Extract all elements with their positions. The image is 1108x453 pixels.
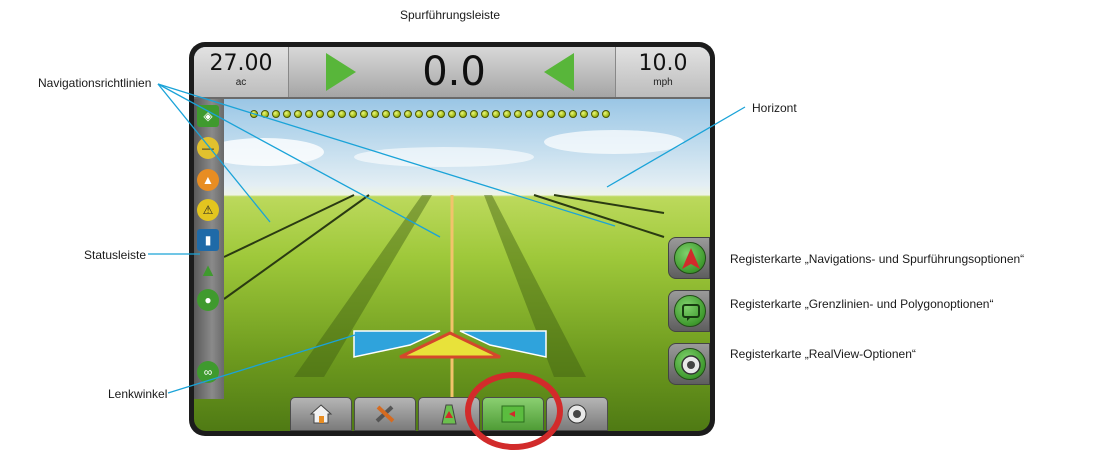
led-dot [250, 110, 258, 118]
bout-status-icon[interactable]: ▲ [197, 169, 219, 191]
home-icon [309, 404, 333, 424]
speed-value: 10.0 [638, 51, 688, 76]
realview-icon [567, 404, 587, 424]
led-dot [547, 110, 555, 118]
led-dot [294, 110, 302, 118]
led-dot [492, 110, 500, 118]
led-dot [415, 110, 423, 118]
guidance-bar-callout: Spurführungsleiste [400, 8, 501, 22]
guidance-options-tab[interactable] [668, 237, 710, 279]
led-dot [283, 110, 291, 118]
link-status-icon[interactable]: ∞ [197, 361, 219, 383]
field-perspective [204, 130, 684, 431]
led-dot [371, 110, 379, 118]
area-readout[interactable]: 27.00 ac [194, 47, 289, 97]
guidance-screen: 27.00 ac 0.0 10.0 mph ◈ — ▲ ⚠ ▮ ▲ ● ∞ [194, 47, 710, 431]
steering-angle-callout: Lenkwinkel [108, 387, 168, 401]
field-map-tab[interactable] [482, 397, 544, 431]
warning-status-icon[interactable]: ⚠ [197, 199, 219, 221]
liquid-status-icon[interactable]: ● [197, 289, 219, 311]
led-dot [327, 110, 335, 118]
led-dot [360, 110, 368, 118]
led-dot [503, 110, 511, 118]
area-unit: ac [235, 77, 247, 88]
led-dot [448, 110, 456, 118]
led-dot [459, 110, 467, 118]
section-status-icon[interactable]: ▮ [197, 229, 219, 251]
led-dot [481, 110, 489, 118]
bottom-tab-bar [290, 397, 608, 431]
polygon-icon [674, 295, 706, 327]
tools-tab[interactable] [354, 397, 416, 431]
led-dot [316, 110, 324, 118]
steering-angle-indicator [353, 330, 547, 359]
led-dot [536, 110, 544, 118]
steer-left-arrow-icon [544, 53, 574, 91]
led-dot [580, 110, 588, 118]
guidance-bar: 27.00 ac 0.0 10.0 mph [194, 47, 710, 99]
led-dot [382, 110, 390, 118]
field-map-icon [501, 405, 525, 423]
boundary-options-tab-callout: Registerkarte „Grenzlinien- und Polygono… [730, 297, 994, 311]
steer-right-arrow-icon [326, 53, 356, 91]
status-bar-callout: Statusleiste [84, 248, 147, 262]
vehicle-status-icon[interactable]: ▲ [197, 259, 219, 281]
led-dot [470, 110, 478, 118]
boundary-options-tab[interactable] [668, 290, 710, 332]
led-dot [591, 110, 599, 118]
led-dot [272, 110, 280, 118]
led-lightbar [250, 110, 610, 120]
realview-options-tab[interactable] [668, 343, 710, 385]
realview-options-tab-callout: Registerkarte „RealView-Optionen“ [730, 347, 916, 361]
guidance-arrow-icon [674, 242, 706, 274]
speed-readout[interactable]: 10.0 mph [615, 47, 710, 97]
led-dot [393, 110, 401, 118]
led-dot [569, 110, 577, 118]
led-dot [437, 110, 445, 118]
nav-lines-callout: Navigationsrichtlinien [38, 76, 152, 90]
realview-tab[interactable] [546, 397, 608, 431]
led-dot [338, 110, 346, 118]
offline-distance: 0.0 [422, 49, 486, 95]
camera-icon [674, 348, 706, 380]
horizon-callout: Horizont [752, 101, 797, 115]
display-device: 27.00 ac 0.0 10.0 mph ◈ — ▲ ⚠ ▮ ▲ ● ∞ [189, 42, 715, 436]
guidance-options-tab-callout: Registerkarte „Navigations- und Spurführ… [730, 252, 1025, 266]
led-dot [305, 110, 313, 118]
led-dot [558, 110, 566, 118]
led-dot [261, 110, 269, 118]
tools-icon [375, 405, 395, 423]
steering-status-icon[interactable]: — [197, 137, 219, 159]
led-dot [602, 110, 610, 118]
gps-status-icon[interactable]: ◈ [197, 105, 219, 127]
led-dot [404, 110, 412, 118]
status-bar[interactable]: ◈ — ▲ ⚠ ▮ ▲ ● ∞ [194, 99, 224, 399]
home-tab[interactable] [290, 397, 352, 431]
vehicle-view-icon [441, 404, 457, 425]
led-dot [426, 110, 434, 118]
area-value: 27.00 [209, 51, 273, 76]
led-dot [349, 110, 357, 118]
speed-unit: mph [653, 77, 673, 88]
vehicle-view-tab[interactable] [418, 397, 480, 431]
led-dot [525, 110, 533, 118]
led-dot [514, 110, 522, 118]
